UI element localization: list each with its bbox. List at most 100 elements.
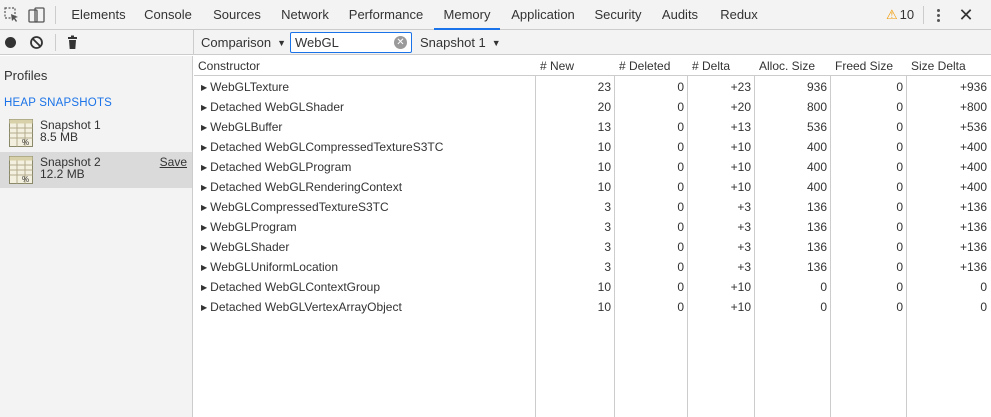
col-constructor-cell: ▶ Detached WebGLVertexArrayObject xyxy=(194,297,536,317)
col-freed-size-cell: 0 xyxy=(896,280,903,294)
constructor-name: Detached WebGLShader xyxy=(210,100,345,114)
col-constructor-cell: ▶ WebGLShader xyxy=(194,237,536,257)
expand-triangle-icon[interactable]: ▶ xyxy=(201,83,207,92)
expand-triangle-icon[interactable]: ▶ xyxy=(201,263,207,272)
col-new-cell: 13 xyxy=(597,120,611,134)
col-size-delta-cell: +136 xyxy=(959,240,987,254)
col-delta-cell: +23 xyxy=(730,80,751,94)
snapshot-item[interactable]: % Snapshot 2 12.2 MB Save xyxy=(0,152,192,188)
toolbar-divider xyxy=(55,6,56,24)
constructor-name: WebGLTexture xyxy=(210,80,290,94)
tab-network[interactable]: Network xyxy=(274,0,336,30)
col-freed-size-header[interactable]: Freed Size xyxy=(831,56,907,76)
col-size-delta-cell: +536 xyxy=(959,120,987,134)
tab-performance[interactable]: Performance xyxy=(343,0,429,30)
col-freed-size-cell: 0 xyxy=(896,240,903,254)
col-new-header[interactable]: # New xyxy=(536,56,615,76)
profiles-sidebar: Profiles HEAP SNAPSHOTS % Snapshot 1 8.5… xyxy=(0,56,193,417)
col-constructor-cell: ▶ Detached WebGLContextGroup xyxy=(194,277,536,297)
col-freed-size-cell: 0 xyxy=(896,200,903,214)
col-size-delta-cell: +400 xyxy=(959,180,987,194)
table-row[interactable]: ▶ Detached WebGLShader 20 0 +20 800 0 +800 xyxy=(194,97,991,117)
save-snapshot-link[interactable]: Save xyxy=(160,155,187,169)
inspect-element-icon[interactable] xyxy=(2,5,22,25)
table-row[interactable]: ▶ WebGLUniformLocation 3 0 +3 136 0 +136 xyxy=(194,257,991,277)
constructor-name: WebGLShader xyxy=(210,240,290,254)
tab-console[interactable]: Console xyxy=(138,0,198,30)
table-row[interactable]: ▶ Detached WebGLContextGroup 10 0 +10 0 0 0 xyxy=(194,277,991,297)
warnings-counter[interactable]: ⚠ 10 xyxy=(886,0,914,30)
tab-redux[interactable]: Redux xyxy=(714,0,764,30)
col-deleted-cell: 0 xyxy=(677,300,684,314)
close-icon[interactable]: ✕ xyxy=(956,0,976,30)
col-delta-cell: +10 xyxy=(730,280,751,294)
col-delta-header[interactable]: # Delta xyxy=(688,56,755,76)
expand-triangle-icon[interactable]: ▶ xyxy=(201,243,207,252)
col-freed-size-cell: 0 xyxy=(896,260,903,274)
expand-triangle-icon[interactable]: ▶ xyxy=(201,223,207,232)
col-alloc-size-cell: 800 xyxy=(806,100,827,114)
expand-triangle-icon[interactable]: ▶ xyxy=(201,143,207,152)
col-delta-cell: +13 xyxy=(730,120,751,134)
trash-icon[interactable] xyxy=(64,34,81,51)
col-size-delta-header[interactable]: Size Delta xyxy=(907,56,991,76)
more-options-icon[interactable] xyxy=(929,5,947,25)
col-delta-cell: +3 xyxy=(737,240,751,254)
view-select[interactable]: Comparison ▼ xyxy=(201,30,286,55)
table-row[interactable]: ▶ WebGLProgram 3 0 +3 136 0 +136 xyxy=(194,217,991,237)
col-constructor-cell: ▶ WebGLBuffer xyxy=(194,117,536,137)
tab-security[interactable]: Security xyxy=(589,0,647,30)
col-new-cell: 3 xyxy=(604,200,611,214)
base-snapshot-select[interactable]: Snapshot 1 ▼ xyxy=(420,30,501,55)
view-select-value: Comparison xyxy=(201,35,272,50)
expand-triangle-icon[interactable]: ▶ xyxy=(201,103,207,112)
expand-triangle-icon[interactable]: ▶ xyxy=(201,303,207,312)
col-deleted-header[interactable]: # Deleted xyxy=(615,56,688,76)
expand-triangle-icon[interactable]: ▶ xyxy=(201,283,207,292)
table-row[interactable]: ▶ Detached WebGLRenderingContext 10 0 +10 400… xyxy=(194,177,991,197)
col-deleted-cell: 0 xyxy=(677,200,684,214)
record-icon[interactable] xyxy=(2,34,19,51)
grid-header: Constructor # New # Deleted # Delta Alloc. S… xyxy=(194,56,991,76)
col-size-delta-cell: 0 xyxy=(980,300,987,314)
table-row[interactable]: ▶ WebGLShader 3 0 +3 136 0 +136 xyxy=(194,237,991,257)
expand-triangle-icon[interactable]: ▶ xyxy=(201,203,207,212)
expand-triangle-icon[interactable]: ▶ xyxy=(201,163,207,172)
tab-audits[interactable]: Audits xyxy=(656,0,704,30)
col-alloc-size-cell: 0 xyxy=(820,300,827,314)
device-toolbar-icon[interactable] xyxy=(27,5,47,25)
col-constructor-header[interactable]: Constructor xyxy=(194,56,536,76)
panel-splitter[interactable] xyxy=(193,30,194,55)
col-alloc-size-header[interactable]: Alloc. Size xyxy=(755,56,831,76)
constructor-name: WebGLProgram xyxy=(210,220,297,234)
tab-memory[interactable]: Memory xyxy=(434,0,500,30)
col-deleted-cell: 0 xyxy=(677,240,684,254)
col-deleted-cell: 0 xyxy=(677,140,684,154)
constructor-name: Detached WebGLCompressedTextureS3TC xyxy=(210,140,444,154)
clear-all-icon[interactable] xyxy=(28,34,45,51)
table-row[interactable]: ▶ WebGLBuffer 13 0 +13 536 0 +536 xyxy=(194,117,991,137)
table-row[interactable]: ▶ WebGLCompressedTextureS3TC 3 0 +3 136 0 +136 xyxy=(194,197,991,217)
chevron-down-icon: ▼ xyxy=(277,38,287,48)
tab-sources[interactable]: Sources xyxy=(206,0,268,30)
table-row[interactable]: ▶ Detached WebGLCompressedTextureS3TC 10 0 +… xyxy=(194,137,991,157)
col-constructor-cell: ▶ WebGLProgram xyxy=(194,217,536,237)
tab-elements[interactable]: Elements xyxy=(65,0,132,30)
col-constructor-cell: ▶ Detached WebGLProgram xyxy=(194,157,536,177)
table-row[interactable]: ▶ Detached WebGLVertexArrayObject 10 0 +10 0 0… xyxy=(194,297,991,317)
class-filter-input[interactable] xyxy=(291,33,391,52)
col-size-delta-cell: +136 xyxy=(959,220,987,234)
table-row[interactable]: ▶ WebGLTexture 23 0 +23 936 0 +936 xyxy=(194,77,991,97)
class-filter-field[interactable]: ✕ xyxy=(290,32,412,53)
snapshot-item[interactable]: % Snapshot 1 8.5 MB xyxy=(0,115,192,151)
warnings-count: 10 xyxy=(899,7,915,22)
expand-triangle-icon[interactable]: ▶ xyxy=(201,123,207,132)
tab-application[interactable]: Application xyxy=(506,0,580,30)
col-new-cell: 10 xyxy=(597,160,611,174)
expand-triangle-icon[interactable]: ▶ xyxy=(201,183,207,192)
table-row[interactable]: ▶ Detached WebGLProgram 10 0 +10 400 0 +400 xyxy=(194,157,991,177)
clear-filter-icon[interactable]: ✕ xyxy=(394,36,407,49)
col-new-cell: 3 xyxy=(604,240,611,254)
constructor-name: Detached WebGLRenderingContext xyxy=(210,180,403,194)
col-delta-cell: +3 xyxy=(737,220,751,234)
